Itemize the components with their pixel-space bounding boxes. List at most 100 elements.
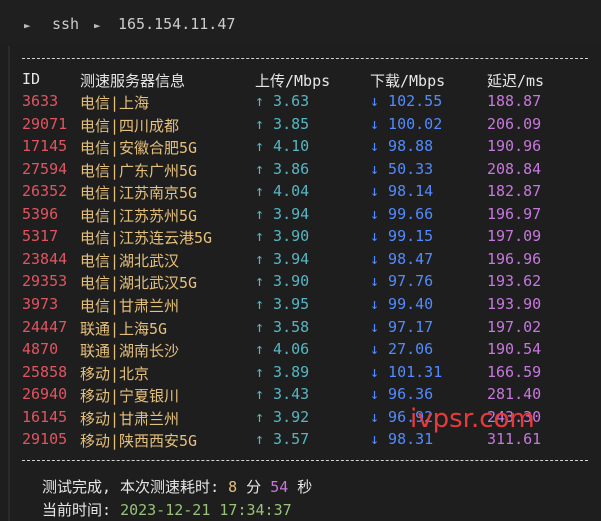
cell-download: ↓ 50.33	[370, 159, 434, 178]
cell-upload: ↑ 3.58	[255, 317, 310, 336]
cell-server: 电信|广东广州5G	[80, 161, 198, 180]
cell-server: 电信|甘肃兰州	[80, 296, 180, 315]
cell-latency: 196.97	[487, 204, 542, 223]
cell-latency: 190.96	[487, 137, 542, 156]
cell-server: 移动|北京	[80, 364, 150, 383]
table-row: 27594 电信|广东广州5G ↑ 3.86 ↓ 50.33 208.84	[0, 160, 601, 182]
cell-server: 电信|湖北武汉5G	[80, 274, 198, 293]
cell-download: ↓ 27.06	[370, 340, 434, 359]
cell-id: 26940	[22, 385, 68, 404]
cell-upload: ↑ 3.95	[255, 294, 310, 313]
cell-upload: ↑ 3.90	[255, 227, 310, 246]
minutes-unit: 分	[237, 478, 271, 496]
cell-server: 移动|甘肃兰州	[80, 409, 180, 428]
breadcrumb-ssh-label: ssh	[52, 15, 80, 33]
cell-download: ↓ 99.40	[370, 294, 434, 313]
table-row: 17145 电信|安徽合肥5G ↑ 4.10 ↓ 98.88 190.96	[0, 137, 601, 159]
cell-download: ↓ 100.02	[370, 114, 443, 133]
cell-latency: 182.87	[487, 182, 542, 201]
cell-latency: 208.84	[487, 159, 542, 178]
breadcrumb-root[interactable]: ►	[24, 15, 31, 33]
table-row: 23844 电信|湖北武汉 ↑ 3.94 ↓ 98.47 196.96	[0, 250, 601, 272]
header-latency: 延迟/ms	[487, 72, 545, 90]
cell-server: 电信|江苏连云港5G	[80, 229, 213, 248]
cell-server: 电信|江苏苏州5G	[80, 206, 198, 225]
header-server: 测速服务器信息	[80, 72, 186, 90]
cell-id: 3633	[22, 92, 59, 110]
cell-download: ↓ 99.15	[370, 227, 434, 246]
cell-id: 5396	[22, 204, 59, 223]
cell-id: 26352	[22, 182, 68, 201]
cell-server: 联通|湖南长沙	[80, 342, 180, 361]
table-row: 24447 联通|上海5G ↑ 3.58 ↓ 97.17 197.02	[0, 318, 601, 340]
table-row: 4870 联通|湖南长沙 ↑ 4.06 ↓ 27.06 190.54	[0, 340, 601, 362]
cell-upload: ↑ 3.89	[255, 362, 310, 381]
cell-server: 移动|陕西西安5G	[80, 432, 198, 451]
cell-upload: ↑ 3.86	[255, 159, 310, 178]
current-time-label: 当前时间:	[42, 501, 121, 519]
duration-label: 测试完成, 本次测速耗时:	[42, 478, 229, 496]
cell-server: 电信|江苏南京5G	[80, 184, 198, 203]
cell-id: 4870	[22, 340, 59, 359]
cell-server: 联通|上海5G	[80, 319, 168, 338]
cell-id: 29105	[22, 430, 68, 449]
cell-id: 24447	[22, 317, 68, 336]
divider-bottom	[22, 460, 588, 461]
table-row: 3633 电信|上海 ↑ 3.63 ↓ 102.55 188.87	[0, 92, 601, 114]
cell-upload: ↑ 3.92	[255, 407, 310, 426]
table-row: 25858 移动|北京 ↑ 3.89 ↓ 101.31 166.59	[0, 363, 601, 385]
cell-upload: ↑ 3.43	[255, 385, 310, 404]
cell-server: 电信|上海	[80, 94, 150, 112]
cell-download: ↓ 99.66	[370, 204, 434, 223]
cell-server: 电信|四川成都	[80, 116, 180, 135]
cell-download: ↓ 98.14	[370, 182, 434, 201]
header-upload: 上传/Mbps	[255, 72, 331, 90]
duration-seconds: 54	[270, 478, 289, 496]
cell-server: 移动|宁夏银川	[80, 387, 180, 406]
cell-latency: 190.54	[487, 340, 542, 359]
cell-download: ↓ 97.76	[370, 272, 434, 291]
table-row: 26352 电信|江苏南京5G ↑ 4.04 ↓ 98.14 182.87	[0, 182, 601, 204]
cell-upload: ↑ 3.63	[255, 92, 310, 110]
cell-upload: ↑ 4.10	[255, 137, 310, 156]
cell-download: ↓ 96.36	[370, 385, 434, 404]
cell-upload: ↑ 3.57	[255, 430, 310, 449]
terminal-output[interactable]: ID 测速服务器信息 上传/Mbps 下载/Mbps 延迟/ms 3633 电信|…	[0, 46, 601, 521]
cell-upload: ↑ 3.90	[255, 272, 310, 291]
table-row: 5317 电信|江苏连云港5G ↑ 3.90 ↓ 99.15 197.09	[0, 227, 601, 249]
current-time-value: 2023-12-21 17:34:37	[120, 501, 292, 519]
cell-id: 5317	[22, 227, 59, 246]
cell-id: 17145	[22, 137, 68, 156]
header-download: 下载/Mbps	[370, 72, 446, 90]
breadcrumb-host-label: 165.154.11.47	[118, 15, 236, 33]
cell-latency: 197.09	[487, 227, 542, 246]
table-row: 29071 电信|四川成都 ↑ 3.85 ↓ 100.02 206.09	[0, 115, 601, 137]
cell-id: 25858	[22, 362, 68, 381]
cell-id: 16145	[22, 407, 68, 426]
cell-id: 29353	[22, 272, 68, 291]
cell-latency: 166.59	[487, 362, 542, 381]
terminal-tab-bar: ► ssh ► 165.154.11.47	[0, 0, 601, 46]
cell-latency: 196.96	[487, 249, 542, 268]
cell-server: 电信|安徽合肥5G	[80, 139, 198, 158]
cell-latency: 188.87	[487, 92, 542, 110]
chevron-right-icon: ►	[94, 19, 101, 32]
cell-id: 27594	[22, 159, 68, 178]
cell-latency: 193.90	[487, 294, 542, 313]
cell-latency: 193.62	[487, 272, 542, 291]
cell-latency: 281.40	[487, 385, 542, 404]
cell-upload: ↑ 3.85	[255, 114, 310, 133]
cell-upload: ↑ 3.94	[255, 249, 310, 268]
cell-server: 电信|湖北武汉	[80, 251, 180, 270]
cell-id: 29071	[22, 114, 68, 133]
cell-latency: 206.09	[487, 114, 542, 133]
breadcrumb-host[interactable]: 165.154.11.47	[118, 15, 235, 33]
cell-upload: ↑ 3.94	[255, 204, 310, 223]
breadcrumb-separator: ►	[94, 15, 101, 33]
cell-upload: ↑ 4.04	[255, 182, 310, 201]
table-row: 5396 电信|江苏苏州5G ↑ 3.94 ↓ 99.66 196.97	[0, 205, 601, 227]
breadcrumb-ssh[interactable]: ssh	[52, 15, 79, 33]
divider-top	[22, 58, 588, 59]
watermark-logo: ivpsr.com	[410, 404, 535, 434]
cell-download: ↓ 101.31	[370, 362, 443, 381]
